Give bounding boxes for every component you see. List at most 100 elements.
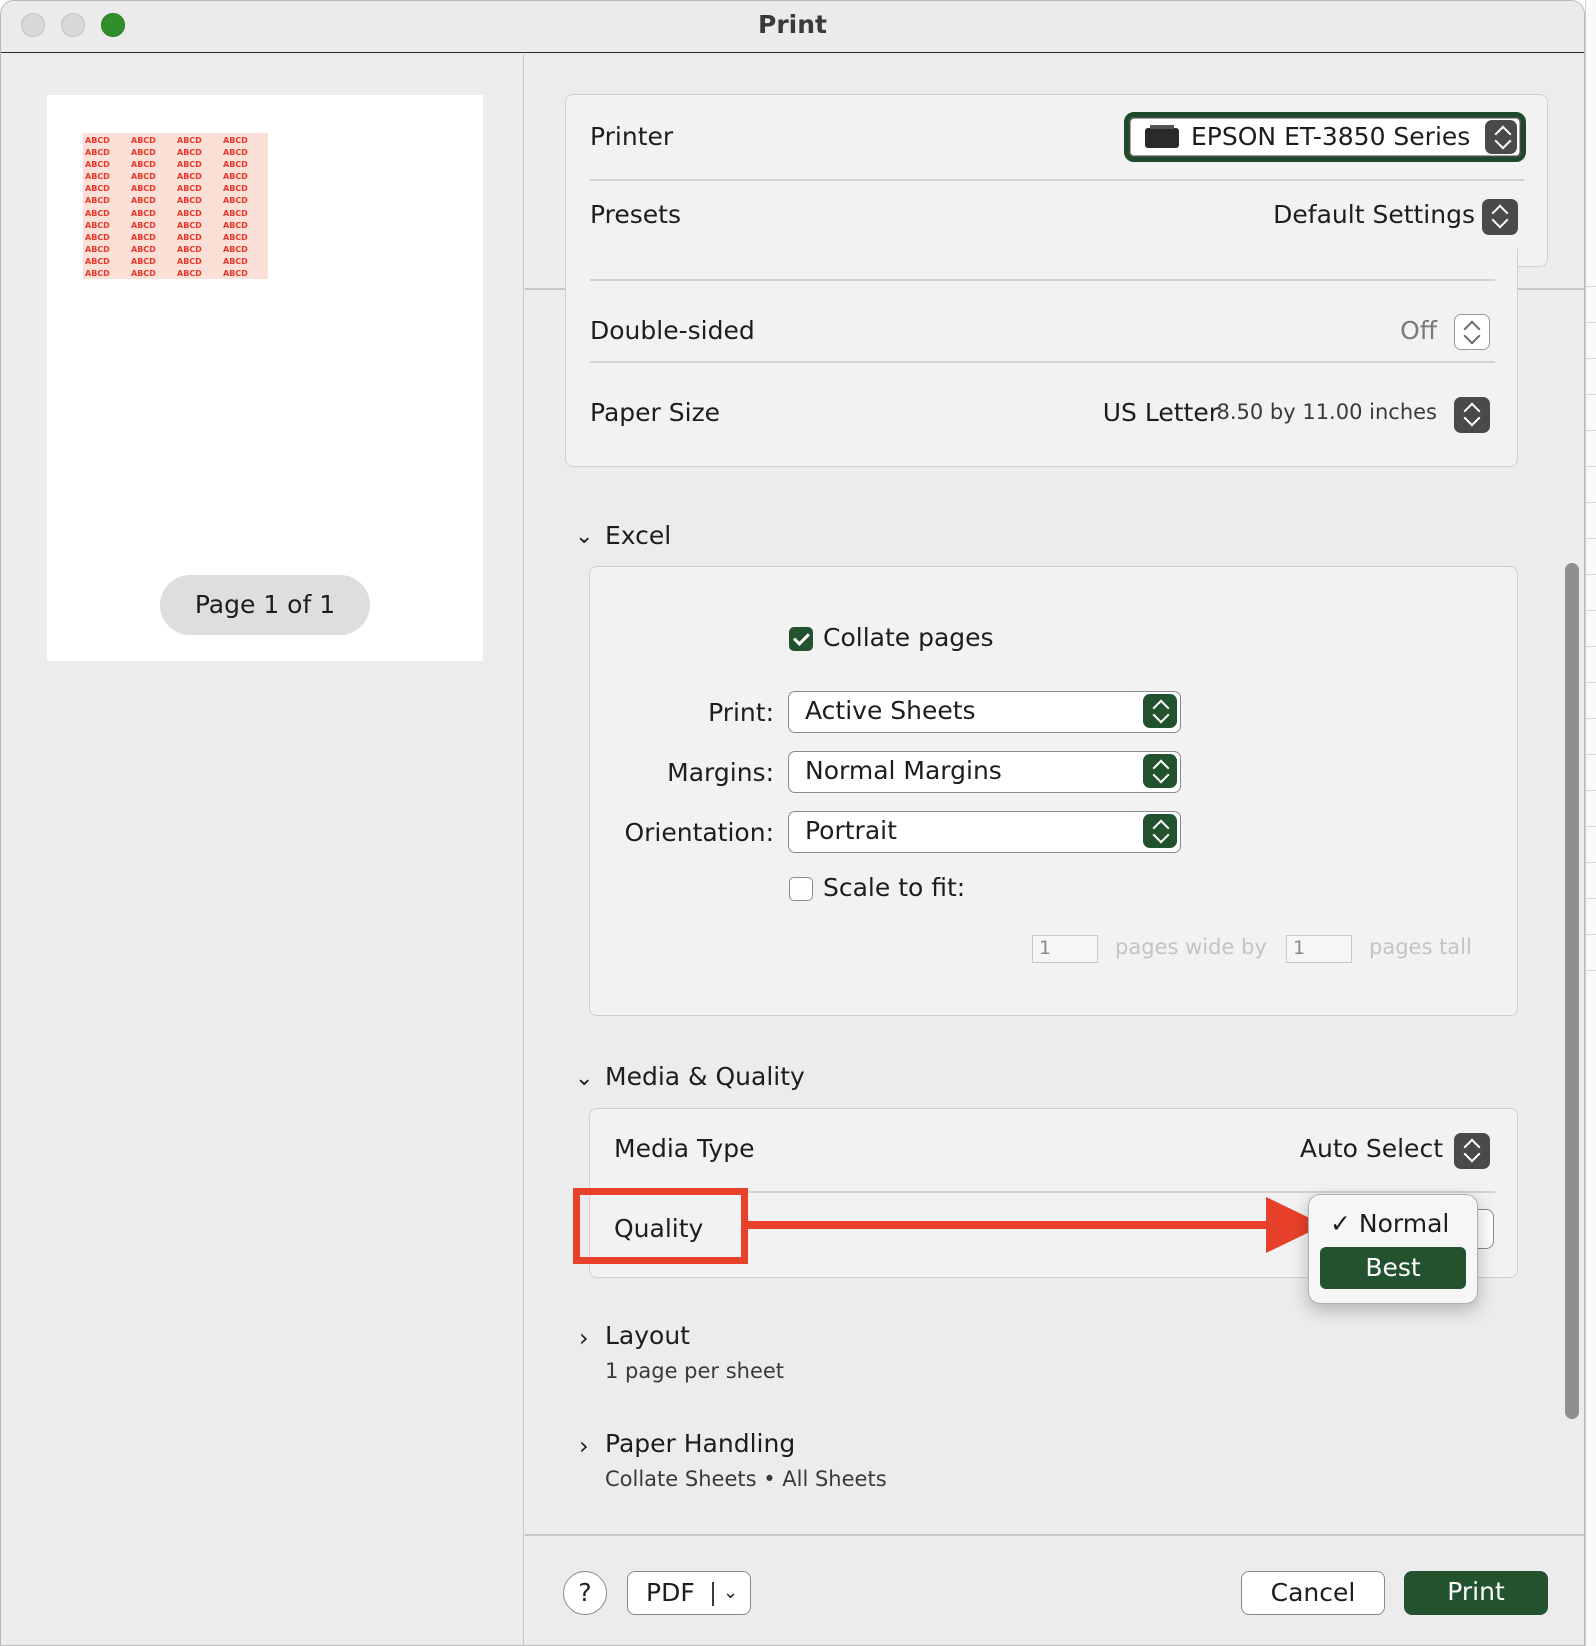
print-scope-value: Active Sheets	[805, 696, 976, 725]
orientation-label: Orientation:	[624, 818, 774, 847]
printer-icon	[1145, 125, 1179, 148]
thumbnail-cell-text: ABCD	[223, 196, 248, 206]
thumbnail-cell-text: ABCD	[131, 196, 156, 206]
thumbnail-cell-text: ABCD	[85, 160, 110, 170]
thumbnail-cell-text: ABCD	[177, 172, 202, 182]
cancel-button[interactable]: Cancel	[1241, 1571, 1385, 1615]
paper-card: Double-sided Off Paper Size US Letter 8.…	[565, 249, 1518, 467]
thumbnail-cell-text: ABCD	[177, 208, 202, 218]
thumbnail-cell-text: ABCD	[85, 256, 110, 266]
annotation-arrow-shaft	[748, 1221, 1268, 1229]
print-button[interactable]: Print	[1404, 1571, 1548, 1615]
help-button[interactable]: ?	[563, 1571, 607, 1615]
pdf-separator	[712, 1582, 714, 1606]
media-type-value[interactable]: Auto Select	[1300, 1134, 1443, 1163]
pages-wide-input[interactable]: 1	[1032, 935, 1098, 963]
media-type-stepper-icon[interactable]	[1454, 1133, 1490, 1169]
margins-label: Margins:	[667, 758, 774, 787]
printer-select[interactable]: EPSON ET-3850 Series	[1124, 112, 1526, 162]
thumbnail-cell-text: ABCD	[177, 160, 202, 170]
margins-value: Normal Margins	[805, 756, 1002, 785]
thumbnail-cell-text: ABCD	[85, 232, 110, 242]
thumbnail-cell-text: ABCD	[223, 208, 248, 218]
thumbnail-cell-text: ABCD	[85, 172, 110, 182]
chevron-down-icon[interactable]: ⌄	[575, 1066, 593, 1091]
margins-stepper-icon	[1143, 754, 1177, 788]
presets-label: Presets	[590, 200, 681, 229]
double-sided-stepper-icon[interactable]	[1454, 314, 1490, 350]
row-divider	[590, 361, 1495, 363]
thumbnail-cell-text: ABCD	[85, 208, 110, 218]
chevron-right-icon[interactable]: ›	[579, 1432, 589, 1460]
thumbnail-cell-text: ABCD	[223, 220, 248, 230]
thumbnail-cell-text: ABCD	[223, 148, 248, 158]
thumbnail-cell-text: ABCD	[85, 269, 110, 279]
printer-presets-card: Printer EPSON ET-3850 Series Presets Def…	[565, 94, 1548, 267]
printer-stepper-icon	[1485, 120, 1517, 154]
scale-to-fit-label: Scale to fit:	[823, 873, 966, 902]
settings-pane: Printer EPSON ET-3850 Series Presets Def…	[525, 54, 1584, 1645]
excel-options-card: Collate pages Print: Active Sheets Margi…	[589, 566, 1518, 1016]
quality-option-normal[interactable]: ✓ Normal	[1320, 1203, 1466, 1245]
paper-size-stepper-icon[interactable]	[1454, 397, 1490, 433]
thumbnail-cell-text: ABCD	[85, 244, 110, 254]
chevron-down-icon[interactable]: ⌄	[575, 524, 593, 549]
paper-size-value[interactable]: US Letter	[1103, 398, 1219, 427]
print-scope-select[interactable]: Active Sheets	[788, 691, 1181, 733]
print-scope-stepper-icon	[1143, 694, 1177, 728]
thumbnail-cell-text: ABCD	[223, 244, 248, 254]
print-scope-label: Print:	[708, 698, 774, 727]
page-indicator: Page 1 of 1	[160, 575, 370, 635]
paper-size-label: Paper Size	[590, 398, 721, 427]
thumbnail-cell-text: ABCD	[85, 148, 110, 158]
presets-stepper-icon[interactable]	[1482, 199, 1518, 235]
margins-select[interactable]: Normal Margins	[788, 751, 1181, 793]
pdf-label: PDF	[646, 1578, 695, 1607]
thumbnail-cell-text: ABCD	[131, 136, 156, 145]
excel-section-header[interactable]: Excel	[605, 521, 671, 550]
annotation-highlight-box	[573, 1188, 748, 1264]
chevron-down-icon: ⌄	[723, 1582, 739, 1603]
scale-to-fit-checkbox[interactable]	[789, 877, 813, 901]
pages-tall-label: pages tall	[1369, 935, 1472, 959]
presets-value[interactable]: Default Settings	[1273, 200, 1475, 229]
quality-option-best[interactable]: Best	[1320, 1247, 1466, 1289]
orientation-select[interactable]: Portrait	[788, 811, 1181, 853]
media-type-label: Media Type	[614, 1134, 755, 1163]
layout-section-header[interactable]: Layout	[605, 1321, 690, 1350]
media-quality-section-header[interactable]: Media & Quality	[605, 1062, 805, 1091]
thumbnail-cell-text: ABCD	[223, 184, 248, 194]
chevron-right-icon[interactable]: ›	[579, 1324, 589, 1352]
thumbnail-cell-text: ABCD	[131, 208, 156, 218]
page-preview[interactable]: ABCD ABCD ABCD ABCD ABCD ABCD ABCD ABCD ABCD ABCD…	[47, 95, 483, 661]
thumbnail-cell-text: ABCD	[131, 148, 156, 158]
printer-label: Printer	[590, 122, 674, 151]
thumbnail-cell-text: ABCD	[223, 256, 248, 266]
thumbnail-text-grid: ABCD ABCD ABCD ABCD ABCD ABCD ABCD ABCD ABCD ABCD…	[85, 135, 269, 280]
thumbnail-cell-text: ABCD	[177, 148, 202, 158]
thumbnail-cell-text: ABCD	[131, 184, 156, 194]
pdf-menu-button[interactable]: PDF ⌄	[627, 1571, 751, 1615]
background-window-edge	[1585, 0, 1596, 1646]
thumbnail-cell-text: ABCD	[223, 136, 248, 145]
paper-handling-summary: Collate Sheets • All Sheets	[605, 1467, 887, 1491]
pages-tall-input[interactable]: 1	[1286, 935, 1352, 963]
title-bar: Print	[1, 1, 1584, 53]
thumbnail-cell-text: ABCD	[131, 220, 156, 230]
collate-pages-label: Collate pages	[823, 623, 994, 652]
pages-wide-label: pages wide by	[1115, 935, 1267, 959]
row-divider	[590, 279, 1495, 281]
preview-content-thumbnail: ABCD ABCD ABCD ABCD ABCD ABCD ABCD ABCD ABCD ABCD…	[83, 133, 268, 279]
thumbnail-cell-text: ABCD	[131, 172, 156, 182]
double-sided-value[interactable]: Off	[1400, 316, 1437, 345]
thumbnail-cell-text: ABCD	[177, 232, 202, 242]
thumbnail-cell-text: ABCD	[131, 256, 156, 266]
print-dialog: Print ABCD ABCD ABCD ABCD ABCD ABCD ABCD ABCD AB…	[0, 0, 1585, 1646]
thumbnail-cell-text: ABCD	[85, 196, 110, 206]
thumbnail-cell-text: ABCD	[177, 269, 202, 279]
footer-divider	[525, 1534, 1584, 1536]
thumbnail-cell-text: ABCD	[85, 184, 110, 194]
collate-pages-checkbox[interactable]	[789, 627, 813, 651]
settings-scrollbar[interactable]	[1565, 563, 1579, 1419]
paper-handling-section-header[interactable]: Paper Handling	[605, 1429, 795, 1458]
